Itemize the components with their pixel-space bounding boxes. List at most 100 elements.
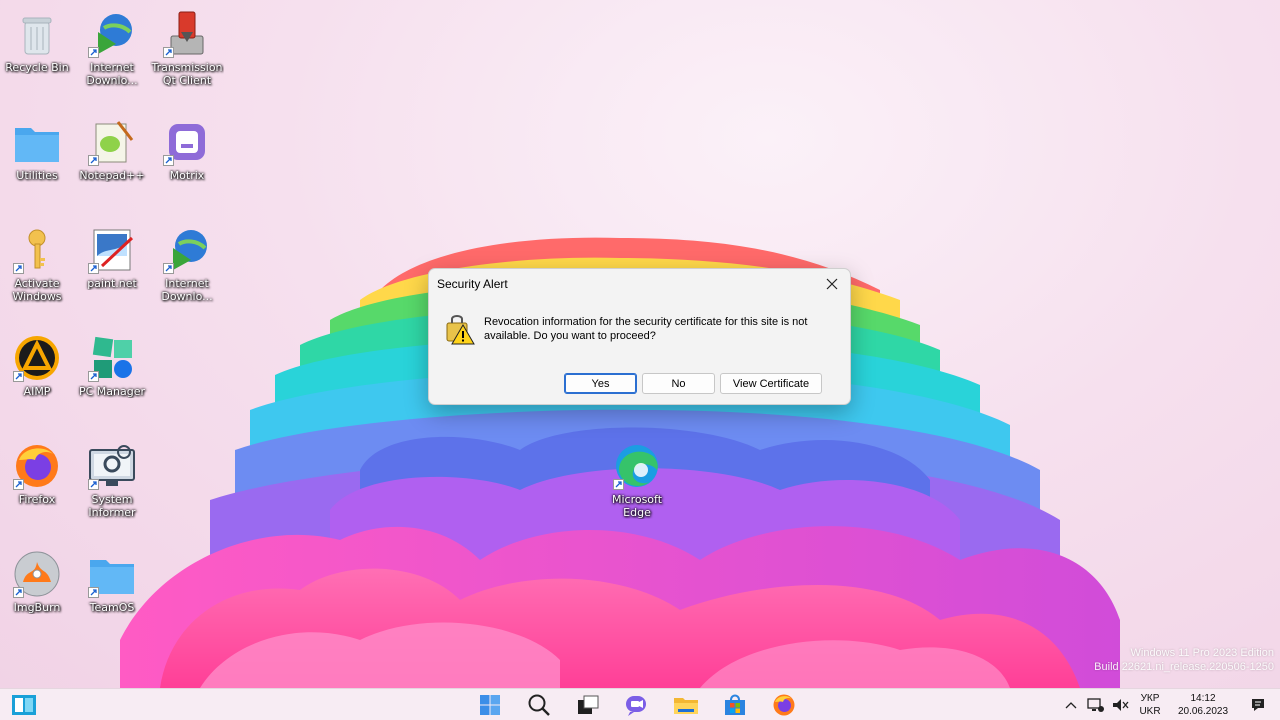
desktop-icon-label: Utilities (16, 169, 58, 182)
file-explorer-button[interactable] (670, 691, 702, 719)
desktop-icon-label: paint.net (87, 277, 137, 290)
shortcut-arrow-icon (88, 47, 99, 58)
network-icon (1087, 698, 1104, 712)
shortcut-arrow-icon (88, 155, 99, 166)
input-language-button[interactable]: УКР UKR (1134, 693, 1166, 717)
shortcut-arrow-icon (88, 263, 99, 274)
taskbar: УКР UKR 14:12 20.06.2023 (0, 688, 1280, 720)
desktop-icon-label: Transmission Qt Client (151, 61, 223, 87)
desktop-icon-motrix[interactable]: Motrix (150, 112, 224, 212)
desktop-icon-label: Microsoft Edge (611, 493, 663, 519)
folder-icon (13, 118, 61, 166)
shortcut-arrow-icon (88, 371, 99, 382)
desktop-icon-firefox[interactable]: Firefox (0, 436, 74, 536)
shortcut-arrow-icon (163, 155, 174, 166)
desktop-icon-teamos[interactable]: TeamOS (75, 544, 149, 644)
watermark-edition: Windows 11 Pro 2023 Edition (1130, 647, 1275, 659)
search-button[interactable] (523, 691, 555, 719)
close-icon (826, 278, 838, 290)
shortcut-arrow-icon (613, 479, 624, 490)
key-icon (13, 226, 61, 274)
task-view-button[interactable] (572, 691, 604, 719)
shortcut-arrow-icon (88, 479, 99, 490)
start-icon (480, 695, 500, 715)
language-short-label: УКР (1140, 693, 1160, 704)
desktop-icon-microsoft-edge[interactable]: Microsoft Edge (600, 436, 674, 536)
internet-download-manager-icon (163, 226, 211, 274)
clock-date: 20.06.2023 (1177, 706, 1229, 717)
task-view-icon (578, 695, 599, 714)
desktop-icon-label: ImgBurn (13, 601, 61, 614)
desktop-icon-internet-download-manager-2[interactable]: Internet Downlo... (150, 220, 224, 320)
network-button[interactable] (1085, 693, 1105, 717)
desktop-icon-system-informer[interactable]: System Informer (75, 436, 149, 536)
system-informer-icon (88, 442, 136, 490)
desktop-icon-recycle-bin[interactable]: Recycle Bin (0, 4, 74, 104)
aimp-icon (13, 334, 61, 382)
firefox-icon (773, 694, 795, 716)
yes-button[interactable]: Yes (564, 373, 637, 394)
language-code-label: UKR (1139, 706, 1161, 717)
edge-icon (613, 442, 661, 490)
microsoft-store-icon (725, 694, 745, 715)
teams-chat-button[interactable] (620, 691, 652, 719)
windows-watermark: Windows 11 Pro 2023 Edition Build 22621.… (1094, 646, 1274, 674)
desktop-icon-label: Activate Windows (12, 277, 62, 303)
desktop-icon-notepad-plus-plus[interactable]: Notepad++ (75, 112, 149, 212)
microsoft-store-button[interactable] (719, 691, 751, 719)
shortcut-arrow-icon (163, 47, 174, 58)
desktop-icon-pc-manager[interactable]: PC Manager (75, 328, 149, 428)
paint-net-icon (88, 226, 136, 274)
clock-button[interactable]: 14:12 20.06.2023 (1170, 693, 1236, 717)
shortcut-arrow-icon (88, 587, 99, 598)
notifications-button[interactable] (1246, 693, 1270, 717)
desktop-icon-label: Motrix (169, 169, 205, 182)
desktop-icon-label: AIMP (23, 385, 51, 398)
desktop-icon-label: Internet Downlo... (86, 61, 138, 87)
desktop-icon-label: Notepad++ (79, 169, 145, 182)
desktop-icon-label: Recycle Bin (5, 61, 69, 74)
volume-button[interactable] (1110, 693, 1130, 717)
watermark-build: Build 22621.ni_release.220506-1250 (1094, 661, 1274, 673)
desktop-icon-paint-net[interactable]: paint.net (75, 220, 149, 320)
desktop-icon-activate-windows[interactable]: Activate Windows (0, 220, 74, 320)
imgburn-icon (13, 550, 61, 598)
transmission-icon (163, 10, 211, 58)
firefox-taskbar-button[interactable] (768, 691, 800, 719)
desktop-icon-transmission[interactable]: Transmission Qt Client (150, 4, 224, 104)
show-hidden-icons-button[interactable] (1063, 693, 1079, 717)
widgets-icon (12, 695, 36, 715)
desktop-icon-label: System Informer (88, 493, 136, 519)
firefox-icon (13, 442, 61, 490)
clock-time: 14:12 (1190, 693, 1216, 704)
start-button[interactable] (474, 691, 506, 719)
desktop: Recycle Bin Utilities Activate Windows A… (0, 0, 1280, 688)
search-icon (528, 694, 550, 716)
view-certificate-button[interactable]: View Certificate (720, 373, 822, 394)
desktop-icon-label: PC Manager (78, 385, 146, 398)
desktop-icon-imgburn[interactable]: ImgBurn (0, 544, 74, 644)
teams-chat-icon (626, 696, 646, 716)
desktop-icon-internet-download-manager[interactable]: Internet Downlo... (75, 4, 149, 104)
motrix-icon (163, 118, 211, 166)
volume-muted-icon (1113, 699, 1129, 711)
desktop-icon-label: TeamOS (89, 601, 135, 614)
shortcut-arrow-icon (13, 263, 24, 274)
desktop-icon-label: Internet Downlo... (161, 277, 213, 303)
no-button[interactable]: No (642, 373, 715, 394)
internet-download-manager-icon (88, 10, 136, 58)
warning-lock-icon (443, 313, 475, 345)
close-button[interactable] (818, 271, 846, 297)
dialog-title: Security Alert (437, 277, 508, 291)
shortcut-arrow-icon (163, 263, 174, 274)
desktop-icon-utilities[interactable]: Utilities (0, 112, 74, 212)
widgets-button[interactable] (8, 691, 40, 719)
folder-icon (88, 550, 136, 598)
shortcut-arrow-icon (13, 587, 24, 598)
security-alert-dialog: Security Alert Revocation information fo… (428, 268, 851, 405)
chevron-up-icon (1065, 702, 1077, 709)
desktop-icon-aimp[interactable]: AIMP (0, 328, 74, 428)
pc-manager-icon (88, 334, 136, 382)
notepad-plus-plus-icon (88, 118, 136, 166)
file-explorer-icon (674, 698, 698, 714)
